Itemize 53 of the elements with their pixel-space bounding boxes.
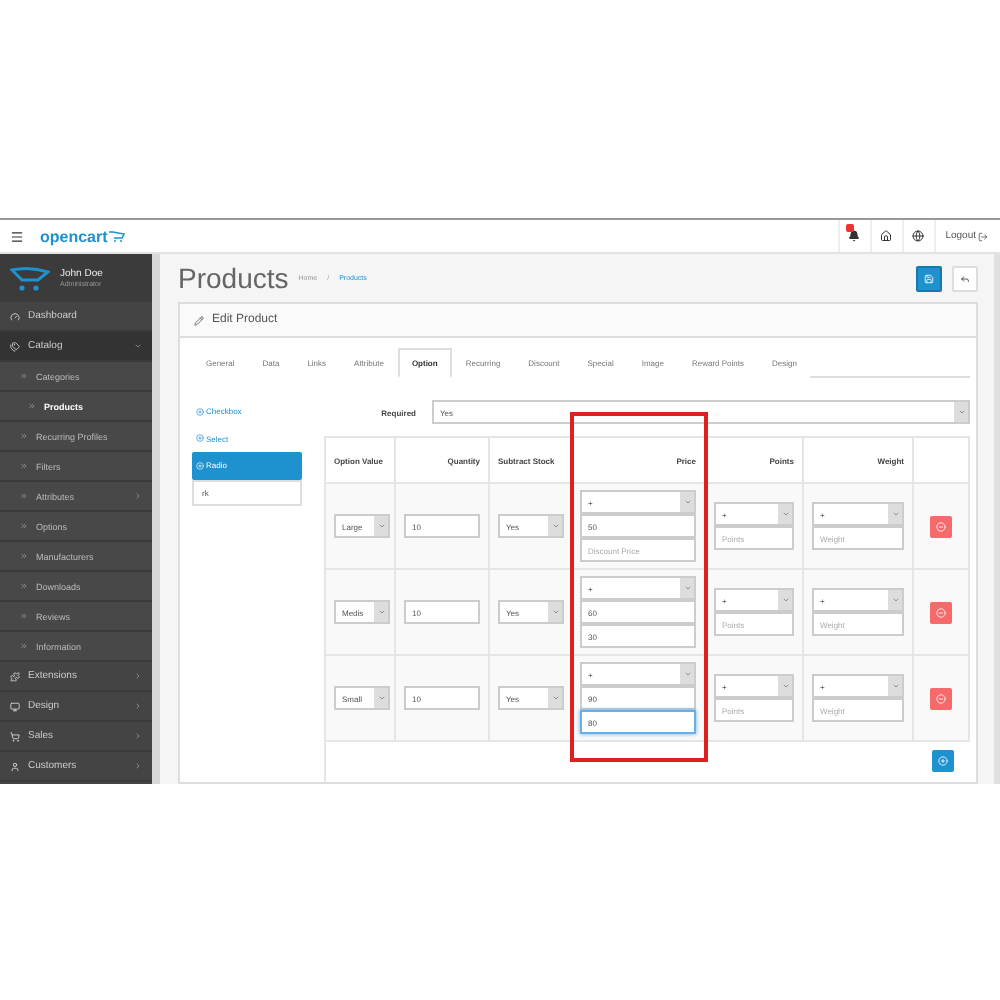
page-title: Products [178, 262, 289, 294]
double-chevron-icon [20, 372, 28, 380]
plus-circle-icon [196, 434, 204, 443]
pencil-icon [194, 315, 204, 325]
sidebar-item-icon [10, 761, 20, 771]
save-button[interactable] [916, 265, 942, 291]
menu-icon[interactable] [10, 229, 24, 243]
sidebar-item-icon [10, 341, 20, 351]
caret-icon [778, 504, 792, 524]
caret-icon [680, 664, 694, 684]
save-icon [924, 273, 934, 283]
plus-circle-icon [196, 407, 204, 416]
reply-arrow-icon [960, 273, 970, 283]
plus-circle-icon [938, 756, 948, 766]
caret-icon [888, 504, 902, 524]
back-button[interactable] [952, 265, 978, 291]
double-chevron-icon [20, 492, 28, 500]
caret-icon [954, 402, 968, 422]
double-chevron-icon [20, 522, 28, 530]
double-chevron-icon [20, 552, 28, 560]
caret-icon [680, 492, 694, 512]
logo[interactable]: opencart [40, 227, 108, 245]
remove-button[interactable] [930, 601, 952, 623]
double-chevron-icon [20, 432, 28, 440]
remove-button[interactable] [930, 515, 952, 537]
caret-icon [548, 688, 562, 708]
caret-icon [888, 590, 902, 610]
cart-logo-icon [10, 264, 50, 292]
minus-circle-icon [936, 607, 946, 617]
remove-button[interactable] [930, 687, 952, 709]
sidebar-item-icon [10, 701, 20, 711]
sidebar-item-icon [10, 731, 20, 741]
caret-icon [778, 590, 792, 610]
caret-icon [680, 578, 694, 598]
double-chevron-icon [20, 462, 28, 470]
caret-icon [778, 676, 792, 696]
caret-icon [548, 602, 562, 622]
minus-circle-icon [936, 693, 946, 703]
double-chevron-icon [20, 582, 28, 590]
caret-icon [888, 676, 902, 696]
caret-icon [374, 516, 388, 536]
double-chevron-icon [20, 612, 28, 620]
cart-logo-icon [107, 230, 126, 242]
logout-icon [978, 231, 988, 241]
sidebar-item-icon [10, 671, 20, 681]
double-chevron-icon [28, 402, 36, 410]
caret-icon [548, 516, 562, 536]
plus-circle-icon [196, 461, 204, 470]
double-chevron-icon [20, 642, 28, 650]
caret-icon [374, 602, 388, 622]
sidebar-item-icon [10, 311, 20, 321]
minus-circle-icon [936, 521, 946, 531]
caret-icon [374, 688, 388, 708]
